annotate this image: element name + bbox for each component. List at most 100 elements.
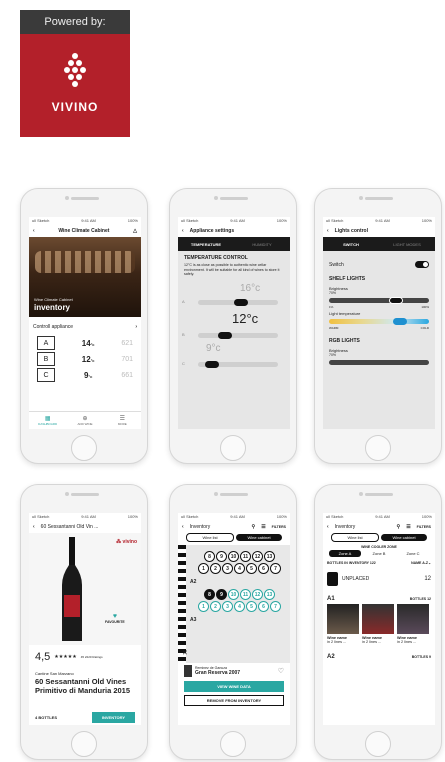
zone-list: A 14°c 621 B 12°c 701 C 9°c 661	[29, 333, 141, 385]
brightness-slider[interactable]	[329, 297, 429, 304]
home-button[interactable]	[71, 435, 97, 461]
slot[interactable]: 4	[234, 563, 245, 574]
tab-switch[interactable]: SWITCH	[323, 242, 379, 247]
segment-wine-cabinet[interactable]: Wine cabinet	[236, 534, 282, 541]
slot[interactable]: 2	[210, 601, 221, 612]
unplaced-count: 12	[424, 576, 431, 582]
chevron-right-icon[interactable]: ›	[135, 324, 137, 330]
home-button[interactable]	[365, 435, 391, 461]
segment-wine-list[interactable]: Wine list	[186, 533, 234, 542]
slot[interactable]: 12	[252, 551, 263, 562]
slot[interactable]: 4	[234, 601, 245, 612]
back-icon[interactable]: ‹	[33, 524, 35, 530]
view-wine-data-button[interactable]: VIEW WINE DATA	[184, 681, 284, 692]
hero-image: Wine Climate Cabinet inventory	[29, 237, 141, 317]
temp-b: 12°c	[232, 310, 259, 326]
slot[interactable]: 7	[270, 563, 281, 574]
zone-letter-a: A	[182, 298, 185, 304]
slot[interactable]: 3	[222, 601, 233, 612]
wine-card[interactable]: Wine name in 2 lines ...	[327, 604, 359, 644]
slot[interactable]: 7	[270, 601, 281, 612]
slot[interactable]: 9	[216, 589, 227, 600]
light-toggle[interactable]	[415, 261, 429, 268]
slider-knob[interactable]	[205, 360, 219, 368]
slider-zone-c[interactable]	[198, 360, 278, 368]
zone-tab-b[interactable]: Zone B	[363, 550, 395, 557]
light-temperature-slider[interactable]	[329, 318, 429, 325]
rgb-brightness-slider[interactable]	[329, 360, 429, 365]
slot[interactable]: 5	[246, 601, 257, 612]
slot[interactable]: 13	[264, 551, 275, 562]
tab-add-wine[interactable]: ⊕ ADD WINE	[66, 415, 103, 426]
slot[interactable]: 1	[198, 601, 209, 612]
filters-label[interactable]: FILTERS	[417, 525, 431, 529]
sort-dropdown[interactable]: NAME A-Z	[411, 561, 428, 565]
filter-icon[interactable]: ☰	[261, 524, 265, 530]
unplaced-row[interactable]: UNPLACED 12	[323, 568, 435, 590]
remove-from-inventory-button[interactable]: REMOVE FROM INVENTORY	[184, 695, 284, 706]
back-icon[interactable]: ‹	[327, 524, 329, 530]
page-title: Inventory	[189, 524, 211, 530]
back-icon[interactable]: ‹	[182, 228, 184, 234]
wine-card[interactable]: Wine name in 2 lines ...	[362, 604, 394, 644]
bell-icon[interactable]: △	[133, 228, 137, 234]
tab-humidity[interactable]: HUMIDITY	[234, 242, 290, 247]
wine-card[interactable]: Wine name in 2 lines ...	[397, 604, 429, 644]
slot[interactable]: 11	[240, 589, 251, 600]
page-title: Inventory	[334, 524, 356, 530]
slot[interactable]: 13	[264, 589, 275, 600]
slider-zone-a[interactable]	[198, 298, 278, 306]
tab-more[interactable]: ☰ MORE	[104, 415, 141, 426]
tab-temperature[interactable]: TEMPERATURE	[178, 242, 234, 247]
wine-card-detail: in 2 lines ...	[397, 640, 417, 644]
screen-wine-detail: ull Sketch 9:41 AM 100% ‹ 60 Sessantanni O…	[29, 513, 141, 725]
ratings-count: 45 2220 Ratings	[80, 655, 103, 659]
filter-icon[interactable]: ☰	[406, 524, 410, 530]
search-icon[interactable]: ⚲	[397, 524, 401, 530]
slot[interactable]: 9	[216, 551, 227, 562]
slot[interactable]: 2	[210, 563, 221, 574]
slider-zone-b[interactable]	[198, 331, 278, 339]
zone-letter: B	[37, 352, 55, 366]
favourite-button[interactable]: ♥ FAVOURITE	[105, 613, 125, 624]
vivino-logo: VIVINO	[20, 34, 130, 137]
slider-knob[interactable]	[234, 298, 248, 306]
filters-label[interactable]: FILTERS	[272, 525, 286, 529]
slot[interactable]: 3	[222, 563, 233, 574]
back-icon[interactable]: ‹	[182, 524, 184, 530]
segment-wine-list[interactable]: Wine list	[331, 533, 379, 542]
home-button[interactable]	[365, 731, 391, 757]
slot[interactable]: 8	[204, 589, 215, 600]
wine-name: 60 Sessantanni Old Vines Primitivo di Ma…	[35, 677, 131, 695]
home-button[interactable]	[71, 731, 97, 757]
home-button[interactable]	[220, 731, 246, 757]
slot[interactable]: 11	[240, 551, 251, 562]
slot[interactable]: 6	[258, 601, 269, 612]
zone-row-b[interactable]: B 12°c 701	[37, 351, 133, 367]
home-button[interactable]	[220, 435, 246, 461]
segment-wine-cabinet[interactable]: Wine cabinet	[381, 534, 427, 541]
slot[interactable]: 8	[204, 551, 215, 562]
close-icon[interactable]: ✕	[182, 649, 188, 657]
back-icon[interactable]: ‹	[327, 228, 329, 234]
zone-row-a[interactable]: A 14°c 621	[37, 335, 133, 351]
slot[interactable]: 12	[252, 589, 263, 600]
zone-row-c[interactable]: C 9°c 661	[37, 367, 133, 383]
inventory-button[interactable]: INVENTORY	[91, 711, 135, 723]
zone-tab-a[interactable]: Zone A	[329, 550, 361, 557]
slot[interactable]: 10	[228, 551, 239, 562]
slot[interactable]: 6	[258, 563, 269, 574]
slot[interactable]: 10	[228, 589, 239, 600]
tab-dashboard[interactable]: ▦ DASHBOARD	[29, 415, 66, 426]
tab-light-modes[interactable]: LIGHT MODES	[379, 242, 435, 247]
slot[interactable]: 1	[198, 563, 209, 574]
slider-knob[interactable]	[218, 331, 232, 339]
zone-tab-c[interactable]: Zone C	[397, 550, 429, 557]
temp-max: COLD	[420, 326, 429, 330]
slider-knob[interactable]	[389, 297, 403, 304]
heart-icon[interactable]: ♡	[278, 667, 284, 675]
search-icon[interactable]: ⚲	[252, 524, 256, 530]
back-icon[interactable]: ‹	[33, 228, 35, 234]
slider-knob[interactable]	[393, 318, 407, 325]
slot[interactable]: 5	[246, 563, 257, 574]
